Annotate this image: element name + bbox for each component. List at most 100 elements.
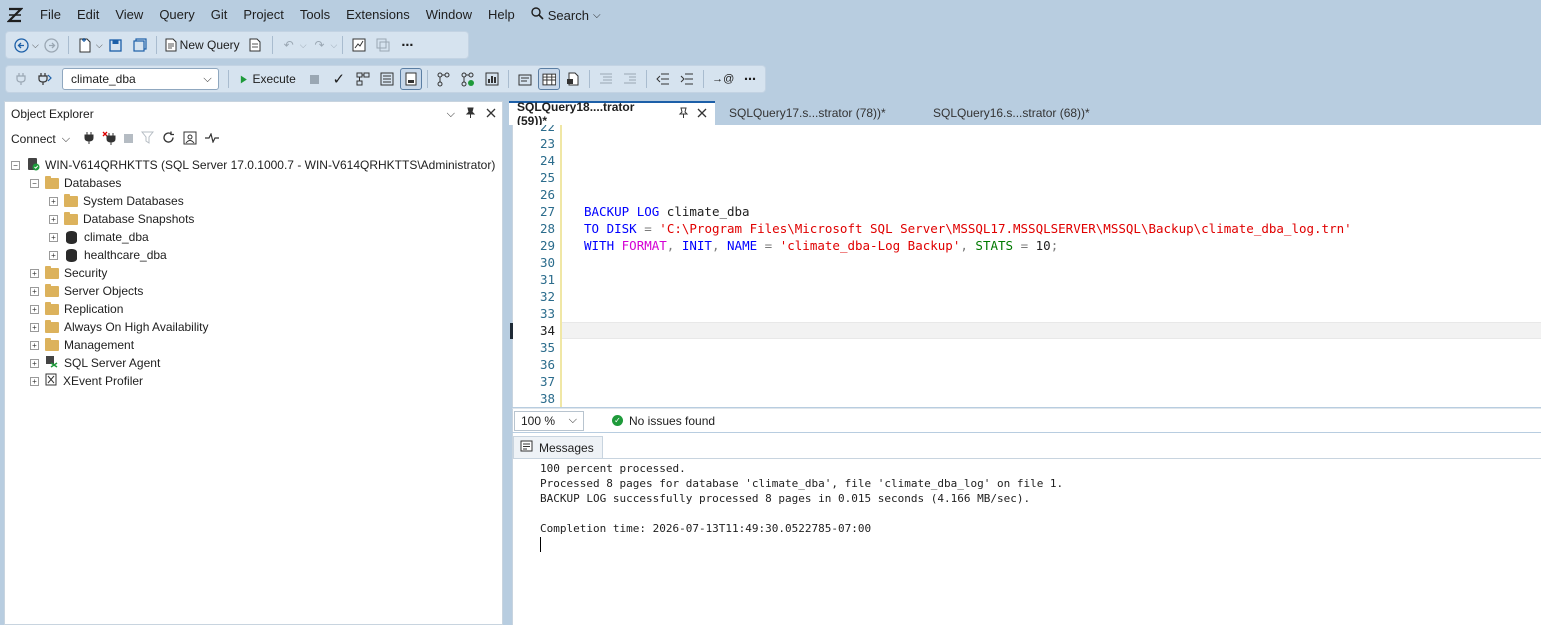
back-dropdown-icon[interactable]: ⌵ — [32, 40, 39, 51]
server-label: WIN-V614QRHKTTS (SQL Server 17.0.1000.7 … — [45, 158, 496, 172]
specify-template-values-icon[interactable]: →@ — [709, 68, 737, 90]
tree-node-database-snapshots[interactable]: + Database Snapshots — [49, 210, 194, 228]
menu-window[interactable]: Window — [418, 0, 480, 30]
tree-node-xevent-profiler[interactable]: + XEvent Profiler — [30, 372, 143, 390]
menu-extensions[interactable]: Extensions — [338, 0, 418, 30]
comment-lines-icon[interactable] — [595, 68, 617, 90]
new-project-icon[interactable] — [74, 34, 96, 56]
uncomment-lines-icon[interactable] — [619, 68, 641, 90]
forward-icon[interactable] — [41, 34, 63, 56]
collapse-icon[interactable]: − — [30, 178, 39, 188]
zoom-select[interactable]: 100 % ⌵ — [514, 410, 584, 431]
expand-icon[interactable]: + — [30, 376, 39, 386]
tree-node-healthcare-dba[interactable]: + healthcare_dba — [49, 246, 167, 264]
chevron-down-icon: ⌵ — [568, 414, 577, 426]
close-icon[interactable] — [486, 107, 496, 121]
close-icon[interactable] — [697, 107, 707, 121]
save-icon[interactable] — [105, 34, 127, 56]
expand-icon[interactable]: + — [49, 250, 58, 260]
expand-icon[interactable]: + — [30, 358, 39, 368]
menu-view[interactable]: View — [107, 0, 151, 30]
tree-node-server-objects[interactable]: + Server Objects — [30, 282, 143, 300]
tab-sqlquery16[interactable]: SQLQuery16.s...strator (68))* — [925, 101, 1125, 125]
menu-git[interactable]: Git — [203, 0, 236, 30]
expand-icon[interactable]: + — [30, 304, 39, 314]
code-line: 35 — [513, 339, 555, 356]
parse-checkmark-icon[interactable]: ✓ — [328, 68, 350, 90]
expand-icon[interactable]: + — [30, 322, 39, 332]
new-query-button[interactable]: New Query — [162, 34, 243, 56]
redo-icon[interactable]: ↷ — [309, 34, 331, 56]
menu-edit[interactable]: Edit — [69, 0, 107, 30]
expand-icon[interactable]: + — [30, 268, 39, 278]
query-file-icon[interactable] — [245, 34, 267, 56]
tree-node-climate-dba[interactable]: + climate_dba — [49, 228, 149, 246]
expand-icon[interactable]: + — [30, 286, 39, 296]
increase-indent-icon[interactable] — [676, 68, 698, 90]
connect-plug-icon[interactable] — [84, 131, 94, 148]
messages-icon — [520, 440, 533, 455]
tree-node-sql-server-agent[interactable]: + SQL Server Agent — [30, 354, 160, 372]
live-stats-icon[interactable] — [457, 68, 479, 90]
save-all-icon[interactable] — [129, 34, 151, 56]
tab-messages[interactable]: Messages — [513, 436, 603, 458]
intellisense-icon[interactable] — [376, 68, 398, 90]
include-plan-icon[interactable] — [433, 68, 455, 90]
expand-icon[interactable]: + — [30, 340, 39, 350]
change-connection-icon[interactable] — [34, 68, 56, 90]
undo-icon[interactable]: ↶ — [278, 34, 300, 56]
tree-node-label: SQL Server Agent — [64, 356, 161, 370]
execute-button[interactable]: Execute — [234, 68, 302, 90]
more-options-icon[interactable]: ⋯ — [739, 68, 761, 90]
results-to-file-icon[interactable] — [562, 68, 584, 90]
results-to-text-icon[interactable] — [514, 68, 536, 90]
tree-node-security[interactable]: + Security — [30, 264, 107, 282]
pin-icon[interactable] — [678, 107, 689, 122]
stop-icon[interactable] — [124, 132, 134, 146]
estimated-plan-icon[interactable] — [352, 68, 374, 90]
tree-node-always-on[interactable]: + Always On High Availability — [30, 318, 209, 336]
messages-output[interactable]: 100 percent processed. Processed 8 pages… — [513, 458, 1541, 625]
tree-node-system-databases[interactable]: + System Databases — [49, 192, 184, 210]
activity-pulse-icon[interactable] — [205, 132, 220, 146]
back-icon[interactable] — [10, 34, 32, 56]
menu-project[interactable]: Project — [235, 0, 291, 30]
disconnect-icon[interactable] — [102, 131, 116, 148]
stop-icon[interactable] — [304, 68, 326, 90]
tree-node-databases[interactable]: − Databases — [30, 174, 121, 192]
connect-button[interactable]: Connect ⌵ — [11, 132, 70, 146]
refresh-icon[interactable] — [162, 131, 175, 147]
issues-indicator[interactable]: ✓ No issues found — [612, 414, 715, 428]
sql-icon[interactable] — [372, 34, 394, 56]
menu-file[interactable]: File — [32, 0, 69, 30]
activity-monitor-icon[interactable] — [348, 34, 370, 56]
chevron-down-icon[interactable]: ⌵ — [447, 108, 455, 121]
search-menu[interactable]: Search ⌵ — [523, 7, 601, 23]
pin-icon[interactable] — [465, 107, 476, 122]
results-to-grid-icon[interactable] — [399, 68, 422, 90]
results-grid-toggle-icon[interactable] — [537, 68, 561, 90]
filter-icon[interactable] — [141, 131, 155, 147]
redo-dropdown-icon[interactable]: ⌵ — [331, 40, 338, 51]
menu-tools[interactable]: Tools — [292, 0, 338, 30]
tab-sqlquery18[interactable]: SQLQuery18....trator (59))* — [509, 100, 715, 128]
more-options-icon[interactable]: ⋯ — [396, 34, 418, 56]
tree-node-server[interactable]: − WIN-V614QRHKTTS (SQL Server 17.0.1000.… — [11, 156, 495, 174]
database-select[interactable]: climate_dba ⌵ — [62, 68, 219, 90]
new-project-dropdown-icon[interactable]: ⌵ — [96, 40, 103, 51]
decrease-indent-icon[interactable] — [652, 68, 674, 90]
expand-icon[interactable]: + — [49, 214, 58, 224]
tree-node-replication[interactable]: + Replication — [30, 300, 123, 318]
menu-query[interactable]: Query — [151, 0, 202, 30]
expand-icon[interactable]: + — [49, 232, 58, 242]
undo-dropdown-icon[interactable]: ⌵ — [300, 40, 307, 51]
collapse-icon[interactable]: − — [11, 160, 20, 170]
query-editor[interactable]: 22 23 24 25 26 27 BACKUP LOG climate_dba… — [512, 125, 1541, 407]
tab-sqlquery17[interactable]: SQLQuery17.s...strator (78))* — [715, 101, 925, 125]
menu-help[interactable]: Help — [480, 0, 523, 30]
expand-icon[interactable]: + — [49, 196, 58, 206]
client-statistics-icon[interactable] — [481, 68, 503, 90]
summary-icon[interactable] — [183, 131, 197, 148]
tree-node-management[interactable]: + Management — [30, 336, 134, 354]
connect-plug-icon[interactable] — [10, 68, 32, 90]
